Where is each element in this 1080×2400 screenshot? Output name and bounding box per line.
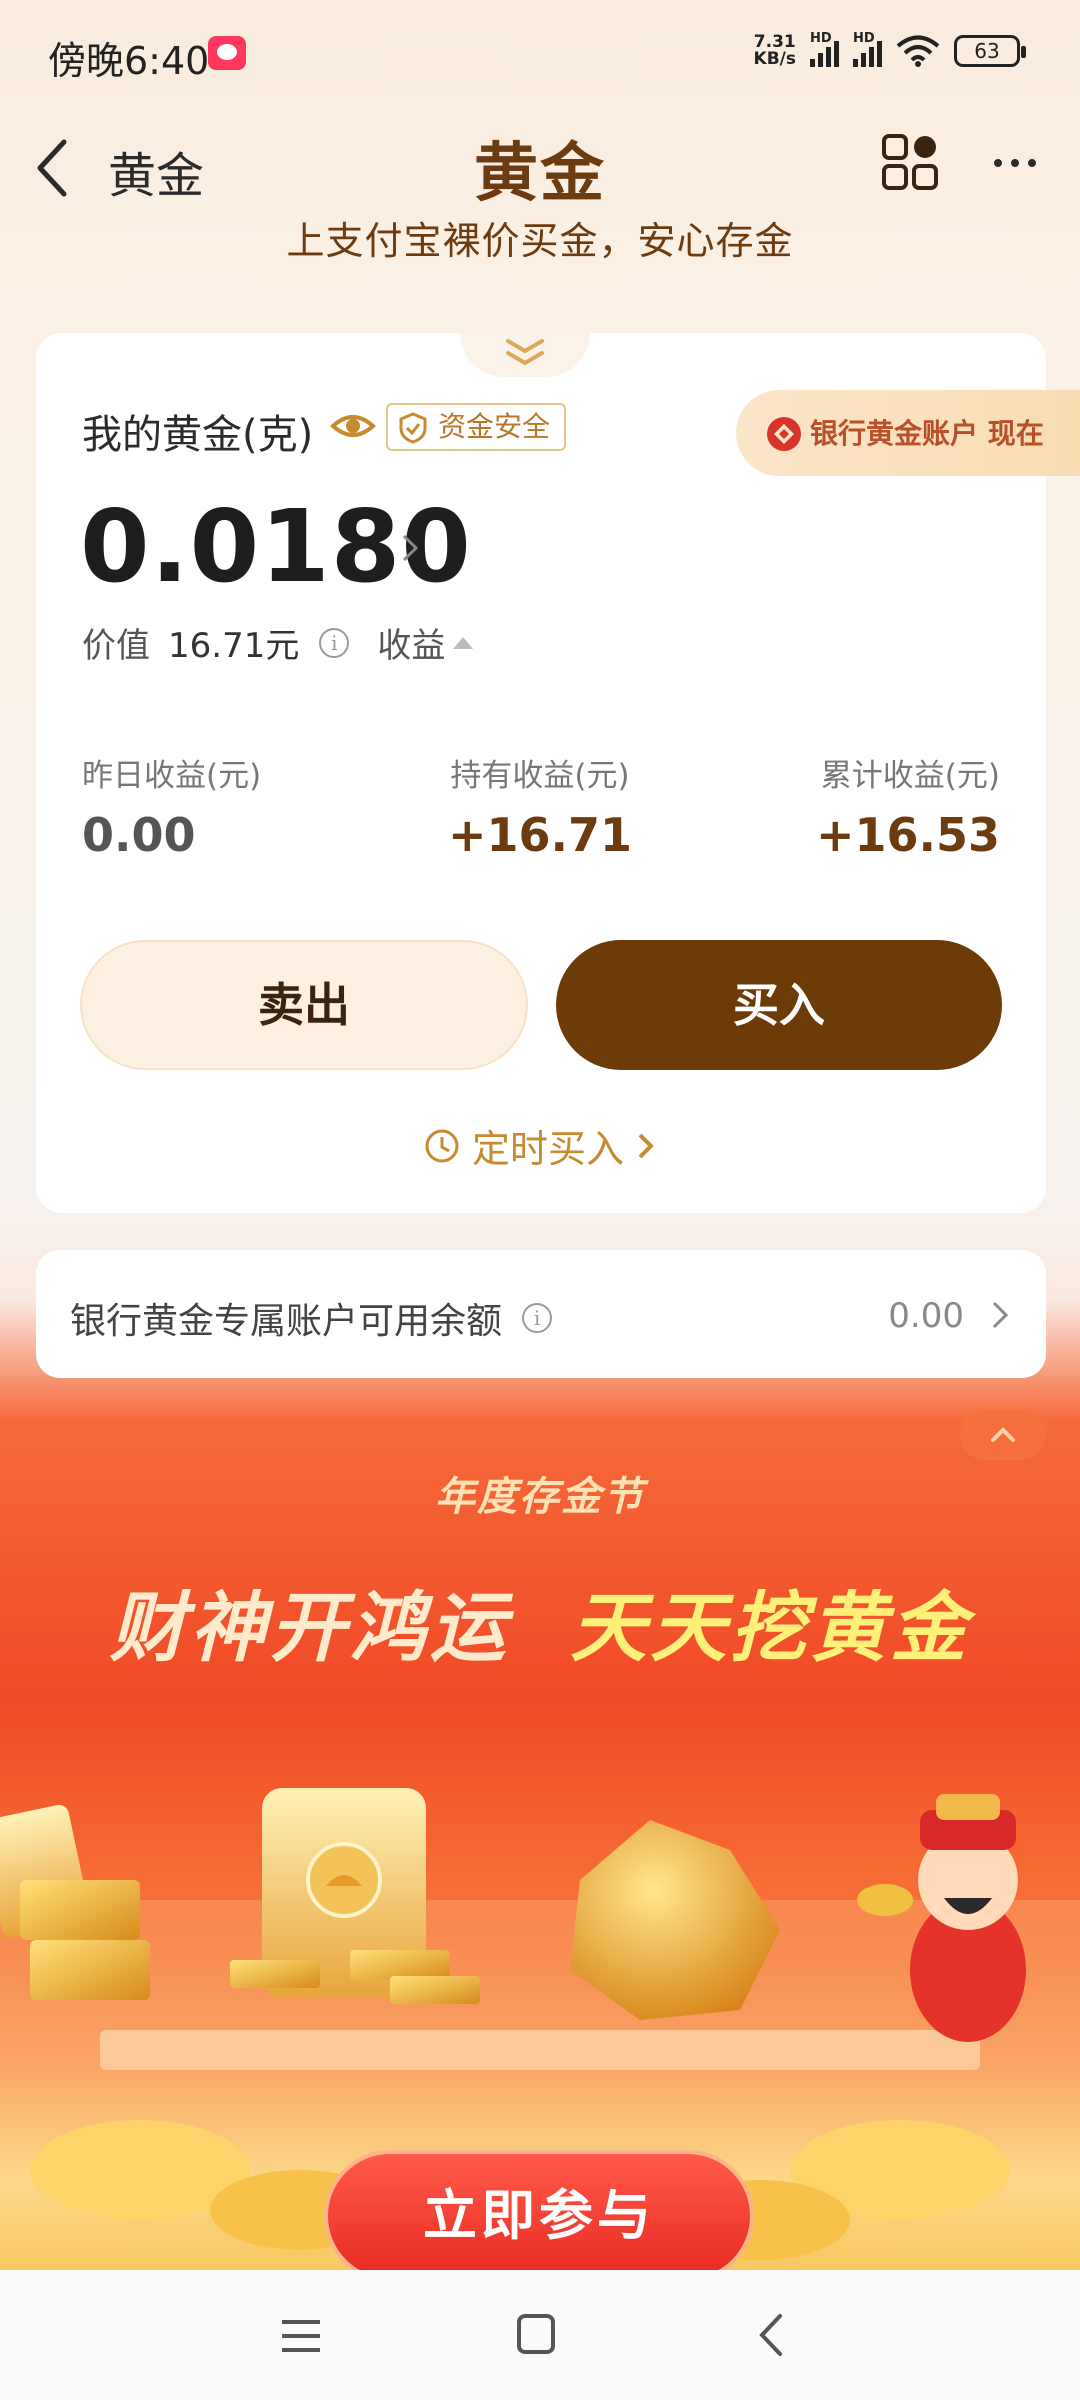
earnings-toggle[interactable]: 收益 (377, 618, 445, 667)
gold-nugget-icon (570, 1820, 780, 2020)
info-icon[interactable]: i (319, 627, 350, 658)
chevron-right-icon[interactable] (398, 528, 422, 568)
app-notification-icon (208, 36, 246, 70)
chevron-right-icon (638, 1133, 654, 1158)
caret-up-icon[interactable] (453, 636, 474, 649)
bank-gold-account-pill[interactable]: 银行黄金账户 现在 (736, 390, 1080, 476)
eye-icon[interactable] (330, 406, 376, 446)
chevron-up-icon[interactable] (960, 1410, 1046, 1460)
status-bar: 傍晚6:40 7.31 KB/s HD HD 63 (0, 0, 1080, 108)
network-speed: 7.31 KB/s (754, 34, 796, 68)
buy-button[interactable]: 买入 (556, 940, 1002, 1070)
value-label: 价值 (82, 626, 150, 666)
menu-icon[interactable] (280, 2316, 322, 2356)
wifi-icon (896, 35, 940, 67)
promo-title-part2: 天天挖黄金 (570, 1583, 971, 1672)
chevron-right-icon[interactable] (990, 1298, 1010, 1332)
page-subtitle: 上支付宝裸价买金，安心存金 (286, 219, 794, 263)
total-earnings-value: +16.53 (815, 808, 1000, 862)
shield-icon (399, 412, 427, 444)
network-speed-unit: KB/s (753, 49, 796, 69)
signal-hd-label-2: HD (853, 31, 875, 46)
scheduled-buy-link[interactable]: 定时买入 (0, 1118, 1080, 1173)
bank-balance-value: 0.00 (888, 1296, 964, 1336)
scheduled-buy-label: 定时买入 (471, 1127, 624, 1171)
signal-icon-2: HD (853, 31, 882, 67)
fund-safety-label: 资金安全 (438, 410, 551, 443)
sell-button[interactable]: 卖出 (80, 940, 528, 1070)
promo-title: 财神开鸿运 天天挖黄金 (0, 1566, 1080, 1676)
promo-festival-label: 年度存金节 (435, 1474, 645, 1520)
more-options-icon[interactable] (990, 148, 1040, 178)
status-time: 傍晚6:40 (48, 39, 210, 83)
bank-balance-label: 银行黄金专属账户可用余额 (70, 1301, 503, 1342)
apps-grid-icon[interactable] (880, 132, 940, 192)
signal-icon: HD (810, 31, 839, 67)
promo-title-part1: 财神开鸿运 (109, 1583, 510, 1672)
status-indicators: 7.31 KB/s HD HD 63 (754, 31, 1026, 68)
join-now-button[interactable]: 立即参与 (324, 2150, 754, 2282)
bank-logo-icon (767, 417, 801, 451)
value-row: 价值 16.71元 i 收益 (82, 618, 474, 667)
signal-hd-label: HD (810, 31, 832, 46)
nav-back-icon[interactable] (754, 2310, 788, 2360)
fund-safety-badge[interactable]: 资金安全 (386, 403, 567, 451)
clock-icon (425, 1129, 459, 1162)
info-icon[interactable]: i (522, 1303, 553, 1333)
my-gold-label: 我的黄金(克) (82, 412, 314, 458)
battery-icon: 63 (954, 35, 1026, 67)
bank-balance-label-row: 银行黄金专属账户可用余额 i (70, 1292, 553, 1344)
value-amount: 16.71元 (168, 626, 300, 666)
header: 黄金 黄金 上支付宝裸价买金，安心存金 (0, 108, 1080, 328)
bank-gold-account-label: 银行黄金账户 现在 (810, 417, 1044, 450)
total-earnings-label: 累计收益(元) (820, 758, 1000, 794)
home-square-icon[interactable] (516, 2312, 556, 2356)
gold-package-icon (230, 1788, 480, 2004)
